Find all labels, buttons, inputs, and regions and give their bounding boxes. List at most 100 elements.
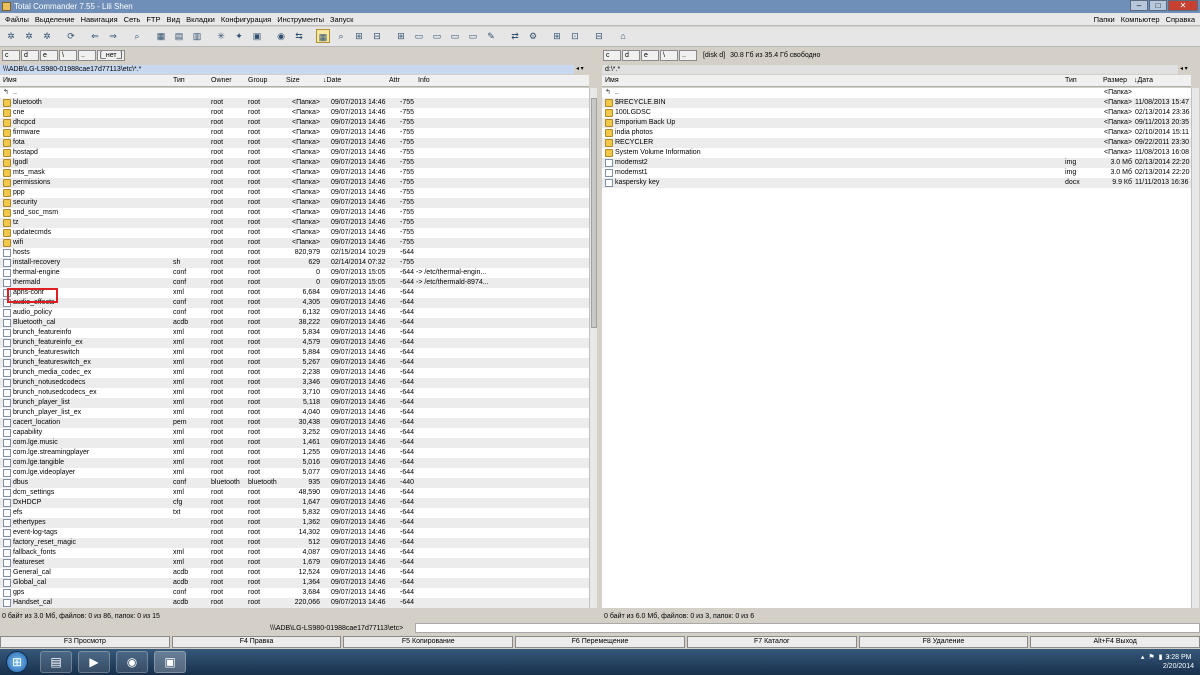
file-row[interactable]: ethertypes root root 1,362 09/07/2013 14:46 -… xyxy=(0,518,589,528)
file-row[interactable]: ↰.. <Папка> xyxy=(602,88,1191,98)
menu-item[interactable]: Конфигурация xyxy=(221,15,271,24)
file-row[interactable]: Bluetooth_cal acdb root root 38,222 09/07/201… xyxy=(0,318,589,328)
minimize-button[interactable]: – xyxy=(1130,0,1148,11)
file-row[interactable]: com.lge.tangible xml root root 5,016 09/07/20… xyxy=(0,458,589,468)
function-key-button[interactable]: F8 Удаление xyxy=(858,636,1029,648)
file-row[interactable]: thermald conf root root 0 09/07/2013 15:05 -64… xyxy=(0,278,589,288)
toolbar-icon[interactable]: ⌕ xyxy=(334,29,348,43)
column-header[interactable]: ↓Дата xyxy=(1134,75,1153,87)
file-row[interactable]: modemst2 img 3.0 Мб 02/13/2014 22:20 xyxy=(602,158,1191,168)
toolbar-icon[interactable]: ⇐ xyxy=(88,29,102,43)
file-row[interactable]: brunch_media_codec_ex xml root root 2,238 09/… xyxy=(0,368,589,378)
function-key-button[interactable]: F3 Просмотр xyxy=(0,636,170,648)
menu-item[interactable]: Запуск xyxy=(330,15,353,24)
file-row[interactable]: 100LGDSC <Папка> 02/13/2014 23:36 xyxy=(602,108,1191,118)
file-row[interactable]: efs txt root root 5,832 09/07/2013 14:46 -644 xyxy=(0,508,589,518)
column-header[interactable]: Имя xyxy=(605,75,619,87)
toolbar-icon[interactable]: ⇒ xyxy=(106,29,120,43)
file-row[interactable]: india photos <Папка> 02/10/2014 15:11 xyxy=(602,128,1191,138)
toolbar-icon[interactable]: ▥ xyxy=(190,29,204,43)
toolbar-icon[interactable]: ⊞ xyxy=(394,29,408,43)
right-scrollbar[interactable] xyxy=(1191,88,1199,608)
toolbar-icon[interactable]: ▦ xyxy=(316,29,330,43)
file-row[interactable]: snd_soc_msm root root <Папка> 09/07/2013 14:… xyxy=(0,208,589,218)
total-commander-taskbar-icon[interactable]: ▣ xyxy=(154,651,186,673)
toolbar-icon[interactable]: ⊟ xyxy=(592,29,606,43)
file-row[interactable]: brunch_notusedcodecs_ex xml root root 3,710 0… xyxy=(0,388,589,398)
file-row[interactable]: Global_cal acdb root root 1,364 09/07/2013 14… xyxy=(0,578,589,588)
toolbar-icon[interactable]: ▣ xyxy=(250,29,264,43)
file-row[interactable]: bluetooth root root <Папка> 09/07/2013 14:46… xyxy=(0,98,589,108)
toolbar-icon[interactable]: ✎ xyxy=(484,29,498,43)
maximize-button[interactable]: □ xyxy=(1149,0,1167,11)
toolbar-icon[interactable]: ▭ xyxy=(448,29,462,43)
file-row[interactable]: modemst1 img 3.0 Мб 02/13/2014 22:20 xyxy=(602,168,1191,178)
drive-button[interactable]: d xyxy=(21,50,39,61)
file-row[interactable]: brunch_player_list_ex xml root root 4,040 09/… xyxy=(0,408,589,418)
file-row[interactable]: wifi root root <Папка> 09/07/2013 14:46 -755 xyxy=(0,238,589,248)
menu-item[interactable]: Инструменты xyxy=(277,15,324,24)
tray-arrow-icon[interactable]: ▴ xyxy=(1141,653,1145,661)
file-row[interactable]: hostapd root root <Папка> 09/07/2013 14:46 -7… xyxy=(0,148,589,158)
drive-button[interactable]: e xyxy=(641,50,659,61)
file-row[interactable]: brunch_featureinfo xml root root 5,834 09/07/… xyxy=(0,328,589,338)
file-row[interactable]: fota root root <Папка> 09/07/2013 14:46 -755 xyxy=(0,138,589,148)
file-row[interactable]: capability xml root root 3,252 09/07/2013 14:… xyxy=(0,428,589,438)
toolbar-icon[interactable]: ✳ xyxy=(214,29,228,43)
file-row[interactable]: install-recovery sh root root 629 02/14/2014 … xyxy=(0,258,589,268)
toolbar-icon[interactable]: ⇆ xyxy=(292,29,306,43)
file-row[interactable]: hosts root root 820,979 02/15/2014 10:29 -644 xyxy=(0,248,589,258)
file-row[interactable]: com.lge.music xml root root 1,461 09/07/2013 … xyxy=(0,438,589,448)
file-row[interactable]: featureset xml root root 1,679 09/07/2013 14:… xyxy=(0,558,589,568)
right-path-bar[interactable]: d:\*.* xyxy=(602,65,1178,74)
column-header[interactable]: Тип xyxy=(1065,75,1077,87)
drive-button[interactable]: .. xyxy=(679,50,697,61)
file-row[interactable]: gps conf root root 3,684 09/07/2013 14:46 -644 xyxy=(0,588,589,598)
media-player-taskbar-icon[interactable]: ▶ xyxy=(78,651,110,673)
toolbar-icon[interactable]: ⚙ xyxy=(526,29,540,43)
explorer-taskbar-icon[interactable]: ▤ xyxy=(40,651,72,673)
file-row[interactable]: audio_policy conf root root 6,132 09/07/2013 … xyxy=(0,308,589,318)
column-header[interactable]: ↓Date xyxy=(323,75,341,87)
file-row[interactable]: tz root root <Папка> 09/07/2013 14:46 -755 xyxy=(0,218,589,228)
column-header[interactable]: Size xyxy=(286,75,300,87)
function-key-button[interactable]: F5 Копирование xyxy=(343,636,514,648)
file-row[interactable]: kaspersky key docx 9.9 Кб 11/11/2013 16:36 xyxy=(602,178,1191,188)
drive-button[interactable]: e xyxy=(40,50,58,61)
command-line-input[interactable] xyxy=(415,623,1200,633)
function-key-button[interactable]: F7 Каталог xyxy=(686,636,857,648)
column-header[interactable]: Attr xyxy=(389,75,400,87)
file-row[interactable]: dhcpcd root root <Папка> 09/07/2013 14:46 -75… xyxy=(0,118,589,128)
toolbar-icon[interactable]: ▦ xyxy=(154,29,168,43)
menu-item[interactable]: Справка xyxy=(1166,15,1195,24)
menu-item[interactable]: FTP xyxy=(146,15,160,24)
file-row[interactable]: cne root root <Папка> 09/07/2013 14:46 -755 xyxy=(0,108,589,118)
left-history-buttons[interactable]: ◂ ▾ xyxy=(576,65,596,74)
clock[interactable]: 3:28 PM 2/20/2014 xyxy=(1163,653,1194,671)
file-row[interactable]: Handset_cal acdb root root 220,066 09/07/2013… xyxy=(0,598,589,608)
file-row[interactable]: lgodl root root <Папка> 09/07/2013 14:46 -755 xyxy=(0,158,589,168)
file-row[interactable]: DxHDCP cfg root root 1,647 09/07/2013 14:46 -6… xyxy=(0,498,589,508)
toolbar-icon[interactable]: ⌂ xyxy=(616,29,630,43)
file-row[interactable]: thermal-engine conf root root 0 09/07/2013 15… xyxy=(0,268,589,278)
column-header[interactable]: Тип xyxy=(173,75,185,87)
file-row[interactable]: event-log-tags root root 14,302 09/07/2013 1… xyxy=(0,528,589,538)
drive-button[interactable]: c xyxy=(2,50,20,61)
toolbar-icon[interactable]: ▭ xyxy=(466,29,480,43)
right-history-buttons[interactable]: ◂ ▾ xyxy=(1180,65,1200,74)
toolbar-icon[interactable]: ✲ xyxy=(22,29,36,43)
toolbar-icon[interactable]: ⊞ xyxy=(550,29,564,43)
menu-item[interactable]: Папки xyxy=(1094,15,1115,24)
chrome-taskbar-icon[interactable]: ◉ xyxy=(116,651,148,673)
file-row[interactable]: brunch_featureswitch_ex xml root root 5,267 0… xyxy=(0,358,589,368)
toolbar-icon[interactable]: ✲ xyxy=(4,29,18,43)
toolbar-icon[interactable]: ⊡ xyxy=(568,29,582,43)
menu-item[interactable]: Вкладки xyxy=(186,15,215,24)
file-row[interactable]: cacert_location pem root root 30,438 09/07/20… xyxy=(0,418,589,428)
toolbar-icon[interactable]: ▭ xyxy=(412,29,426,43)
toolbar-icon[interactable]: ⟳ xyxy=(64,29,78,43)
file-row[interactable]: ↰.. xyxy=(0,88,589,98)
toolbar-icon[interactable]: ▭ xyxy=(430,29,444,43)
menu-item[interactable]: Компьютер xyxy=(1121,15,1160,24)
drive-button[interactable]: c xyxy=(603,50,621,61)
